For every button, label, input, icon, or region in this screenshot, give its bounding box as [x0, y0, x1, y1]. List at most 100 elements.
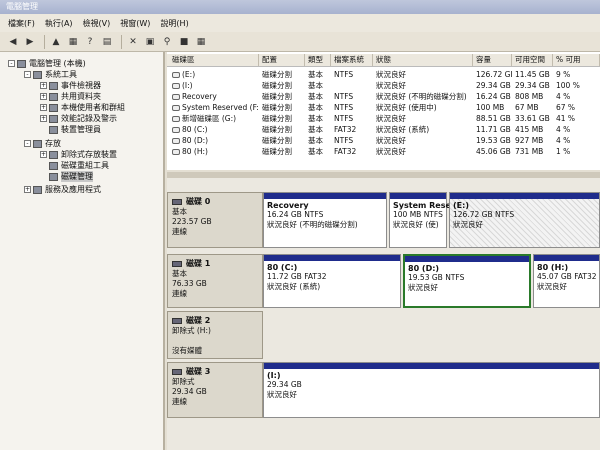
- partition[interactable]: 80 (C:) 11.72 GB FAT32 狀況良好 (系統): [263, 254, 401, 308]
- column-header[interactable]: 狀態: [373, 54, 473, 66]
- column-header[interactable]: 可用空間: [512, 54, 553, 66]
- tree-item[interactable]: - 系統工具: [24, 69, 77, 80]
- disk-icon: [172, 260, 182, 267]
- toolbar: ◀ ▶ ▲ ▦ ? ▤ ✕ ▣ ⚲ ■ ▦: [0, 32, 600, 52]
- column-header[interactable]: 配置: [259, 54, 305, 66]
- volume-row[interactable]: System Reserved (F:) 磁碟分割 基本 NTFS 狀況良好 (使用中)…: [167, 102, 600, 113]
- partition-name: 80 (H:): [537, 263, 569, 272]
- partition[interactable]: Recovery 16.24 GB NTFS 狀況良好 (不明的磁碟分割): [263, 192, 387, 248]
- partition-detail: 100 MB NTFS: [393, 210, 443, 219]
- tree-node-icon: [49, 150, 58, 159]
- partition-detail: 29.34 GB: [267, 380, 302, 389]
- volume-cell: 33.61 GB: [515, 114, 550, 123]
- volume-cell: 基本: [308, 81, 323, 90]
- volume-cell: NTFS: [334, 103, 354, 112]
- volume-cell: 狀況良好: [376, 114, 406, 123]
- tree-item[interactable]: 磁碟管理: [40, 171, 93, 182]
- forward-icon[interactable]: ▶: [23, 35, 37, 49]
- volume-cell: (I:): [169, 80, 259, 91]
- show-hide-tree-icon[interactable]: ▦: [66, 35, 80, 49]
- volume-row[interactable]: (E:) 磁碟分割 基本 NTFS 狀況良好 126.72 GB 11.45 GB 9 %: [167, 69, 600, 80]
- disk-info[interactable]: 磁碟 2 卸除式 (H:) 沒有媒體: [167, 311, 263, 359]
- search-icon[interactable]: ⚲: [160, 35, 174, 49]
- menu-help[interactable]: 說明(H): [160, 18, 188, 29]
- tree-item[interactable]: + 本機使用者和群組: [40, 102, 125, 113]
- collapse-icon[interactable]: -: [24, 71, 31, 78]
- volume-name: System Reserved (F:): [182, 103, 259, 112]
- menu-action[interactable]: 執行(A): [45, 18, 73, 29]
- volume-cell: NTFS: [334, 70, 354, 79]
- column-header[interactable]: 磁碟區: [169, 54, 259, 66]
- menu-file[interactable]: 檔案(F): [8, 18, 35, 29]
- menu-view[interactable]: 檢視(V): [83, 18, 111, 29]
- volume-cell: 狀況良好: [376, 81, 406, 90]
- volume-row[interactable]: 80 (D:) 磁碟分割 基本 NTFS 狀況良好 19.53 GB 927 MB 4 %: [167, 135, 600, 146]
- partition[interactable]: System Rese 100 MB NTFS 狀況良好 (使): [389, 192, 451, 248]
- tree-item[interactable]: 裝置管理員: [40, 124, 101, 135]
- disk-row: 磁碟 0 基本 223.57 GB 連線 Recovery 16.24 GB NTFS 狀況…: [167, 192, 600, 248]
- tree-item[interactable]: + 卸除式存放裝置: [40, 149, 117, 160]
- column-header[interactable]: % 可用: [553, 54, 600, 66]
- expand-icon[interactable]: +: [40, 151, 47, 158]
- disk-name: 磁碟 0: [186, 197, 211, 206]
- back-icon[interactable]: ◀: [6, 35, 20, 49]
- volume-row[interactable]: 80 (H:) 磁碟分割 基本 FAT32 狀況良好 45.06 GB 731 MB 1 %: [167, 146, 600, 157]
- partition[interactable]: (E:) 126.72 GB NTFS 狀況良好: [449, 192, 600, 248]
- tree-node-icon: [49, 172, 58, 181]
- volume-cell: [331, 80, 373, 91]
- expand-icon[interactable]: +: [24, 186, 31, 193]
- volume-cell: (E:): [169, 69, 259, 80]
- partition[interactable]: 80 (H:) 45.07 GB FAT32 狀況良好: [533, 254, 600, 308]
- help-icon[interactable]: ?: [83, 35, 97, 49]
- expand-icon[interactable]: +: [40, 82, 47, 89]
- partition[interactable]: 80 (D:) 19.53 GB NTFS 狀況良好: [403, 254, 531, 308]
- disk-row: 磁碟 3 卸除式 29.34 GB 連線 (I:) 29.34 GB 狀況良好: [167, 362, 600, 418]
- volume-name: 新增磁碟區 (G:): [182, 114, 237, 123]
- collapse-icon[interactable]: -: [24, 140, 31, 147]
- open-icon[interactable]: ▣: [143, 35, 157, 49]
- disk-name: 磁碟 2: [186, 316, 211, 325]
- partition-detail: 狀況良好 (系統): [267, 282, 321, 291]
- volume-cell: 新增磁碟區 (G:): [169, 113, 259, 124]
- expand-icon[interactable]: +: [40, 115, 47, 122]
- volume-cell: 基本: [308, 92, 323, 101]
- volume-cell: 4 %: [556, 136, 571, 145]
- tree-item[interactable]: 磁碟重組工具: [40, 160, 109, 171]
- column-header[interactable]: 容量: [473, 54, 512, 66]
- volume-list: 磁碟區 配置 類型 檔案系統 狀態 容量 可用空間% 可用 (E:) 磁碟分割 基本 NTFS 狀況…: [167, 52, 600, 170]
- tree-item[interactable]: + 事件檢視器: [40, 80, 101, 91]
- tree-item[interactable]: - 存放: [24, 138, 61, 149]
- volume-cell: 9 %: [556, 70, 571, 79]
- menu-window[interactable]: 視窗(W): [120, 18, 150, 29]
- disk-detail: 沒有媒體: [172, 346, 202, 355]
- volume-cell: NTFS: [334, 92, 354, 101]
- delete-icon[interactable]: ✕: [126, 35, 140, 49]
- refresh-icon[interactable]: ▦: [194, 35, 208, 49]
- volume-icon: [172, 94, 180, 100]
- column-header[interactable]: 檔案系統: [331, 54, 373, 66]
- partition-detail: 11.72 GB FAT32: [267, 272, 327, 281]
- properties-icon[interactable]: ▤: [100, 35, 114, 49]
- disk-info[interactable]: 磁碟 3 卸除式 29.34 GB 連線: [167, 362, 263, 418]
- column-header[interactable]: 類型: [305, 54, 331, 66]
- tree-item[interactable]: - 電腦管理 (本機): [8, 58, 86, 69]
- volume-row[interactable]: 80 (C:) 磁碟分割 基本 FAT32 狀況良好 (系統) 11.71 GB 415 M…: [167, 124, 600, 135]
- disk-info[interactable]: 磁碟 1 基本 76.33 GB 連線: [167, 254, 263, 308]
- volume-cell: 基本: [308, 103, 323, 112]
- volume-cell: 4 %: [556, 92, 571, 101]
- partition[interactable]: (I:) 29.34 GB 狀況良好: [263, 362, 600, 418]
- tree-item[interactable]: + 共用資料夾: [40, 91, 101, 102]
- collapse-icon[interactable]: -: [8, 60, 15, 67]
- tree-node-icon: [17, 59, 26, 68]
- disk-title: 磁碟 1: [172, 258, 258, 269]
- disk-info[interactable]: 磁碟 0 基本 223.57 GB 連線: [167, 192, 263, 248]
- tree-item[interactable]: + 服務及應用程式: [24, 184, 101, 195]
- volume-row[interactable]: Recovery 磁碟分割 基本 NTFS 狀況良好 (不明的磁碟分割) 16.24 GB…: [167, 91, 600, 102]
- tree-item[interactable]: + 效能記錄及警示: [40, 113, 117, 124]
- expand-icon[interactable]: +: [40, 104, 47, 111]
- volume-row[interactable]: (I:) 磁碟分割 基本 狀況良好 29.34 GB 29.34 GB 100 %: [167, 80, 600, 91]
- up-folder-icon[interactable]: ▲: [49, 35, 63, 49]
- action-icon[interactable]: ■: [177, 35, 191, 49]
- volume-row[interactable]: 新增磁碟區 (G:) 磁碟分割 基本 NTFS 狀況良好 88.51 GB 33.61 GB…: [167, 113, 600, 124]
- expand-icon[interactable]: +: [40, 93, 47, 100]
